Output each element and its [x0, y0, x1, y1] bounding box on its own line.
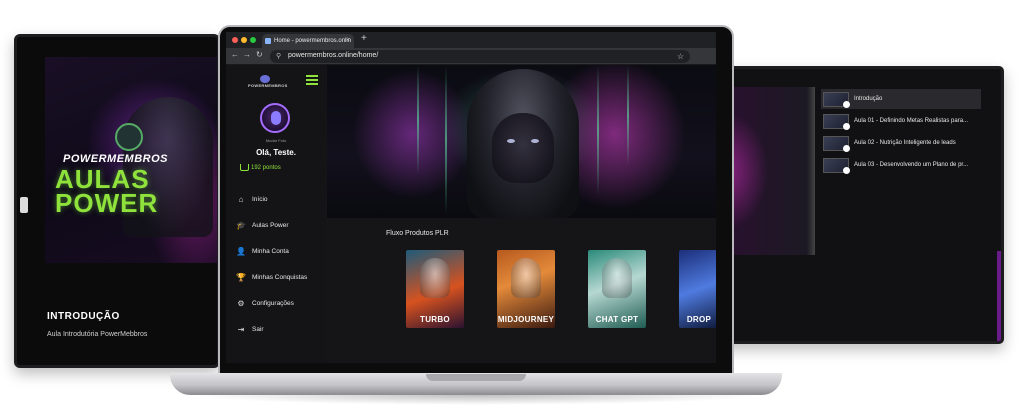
laptop-shadow	[190, 395, 762, 405]
new-tab-button[interactable]: +	[361, 33, 367, 44]
points-badge: 192 pontos	[240, 164, 281, 171]
user-greeting: Olá, Teste.	[256, 148, 296, 157]
sidebar-item-minha-conta[interactable]: 👤 Minha Conta	[236, 238, 324, 264]
code-rain-line	[417, 65, 419, 175]
gear-icon: ⚙	[237, 298, 245, 308]
sidebar-item-minhas-conquistas[interactable]: 🏆 Minhas Conquistas	[236, 264, 324, 290]
products-section-title: Fluxo Produtos PLR	[386, 230, 449, 237]
play-icon	[843, 166, 850, 174]
hooded-face	[492, 113, 554, 183]
product-card-chatgpt[interactable]: CHAT GPT	[588, 250, 646, 328]
minimize-window-button[interactable]	[241, 37, 247, 43]
site-logo[interactable]: POWERMEMBROS	[248, 75, 288, 89]
lesson-item-aula-01[interactable]: Aula 01 - Definindo Metas Realistas para…	[821, 111, 981, 131]
right-preview-screen: Introdução Aula 01 - Definindo Metas Rea…	[714, 66, 1004, 344]
sidebar: POWERMEMBROS Mudar Foto Olá, Teste. 192 …	[226, 65, 326, 363]
eye-right	[531, 139, 539, 143]
cart-icon	[240, 164, 249, 171]
collapse-handle[interactable]	[20, 197, 28, 213]
banner-title: AULAS POWER	[55, 164, 159, 218]
sidebar-item-inicio[interactable]: ⌂ Início	[236, 186, 324, 212]
lesson-item-introducao[interactable]: Introdução	[821, 89, 981, 109]
product-card-midjourney[interactable]: MIDJOURNEY	[497, 250, 555, 328]
forward-icon[interactable]: →	[243, 50, 251, 59]
code-rain-line	[627, 65, 629, 165]
trophy-icon: 🏆	[236, 272, 246, 282]
sidebar-item-label: Início	[252, 195, 268, 203]
product-art	[511, 258, 541, 298]
product-logo: TURBO	[420, 315, 450, 324]
bookmark-star-icon[interactable]: ☆	[677, 52, 684, 61]
lesson-label: Aula 02 - Nutrição Inteligente de leads	[854, 140, 956, 146]
sidebar-menu: ⌂ Início 🎓 Aulas Power 👤 Minha Conta 🏆 M…	[236, 186, 324, 342]
product-art	[602, 258, 632, 298]
lesson-thumbnail	[823, 91, 850, 108]
eye-left	[507, 139, 515, 143]
product-art	[420, 258, 450, 298]
close-tab-icon[interactable]: ×	[346, 34, 350, 48]
lesson-item-aula-03[interactable]: Aula 03 - Desenvolvendo um Plano de pr..…	[821, 155, 981, 175]
hamburger-menu-icon[interactable]	[306, 75, 318, 85]
lesson-label: Aula 01 - Definindo Metas Realistas para…	[854, 118, 969, 124]
tab-bar: Home - powermembros.onlin × +	[226, 32, 716, 48]
tab-home[interactable]: Home - powermembros.onlin ×	[262, 34, 354, 48]
hero-banner[interactable]	[327, 65, 716, 218]
laptop-notch	[426, 374, 526, 381]
sidebar-item-label: Aulas Power	[252, 221, 289, 229]
sidebar-item-label: Minhas Conquistas	[252, 273, 308, 281]
address-bar: ← → ↻ ⚲ powermembros.online/home/ ☆	[226, 48, 716, 65]
play-icon	[843, 144, 850, 152]
sidebar-item-configuracoes[interactable]: ⚙ Configurações	[236, 290, 324, 316]
lesson-list: Introdução Aula 01 - Definindo Metas Rea…	[821, 89, 981, 177]
back-icon[interactable]: ←	[231, 50, 239, 59]
points-text: 192 pontos	[251, 164, 281, 171]
lesson-label: Aula 03 - Desenvolvendo um Plano de pr..…	[854, 162, 969, 168]
sidebar-item-sair[interactable]: ⇥ Sair	[236, 316, 324, 342]
product-logo: DROP	[686, 315, 712, 324]
code-rain-line	[597, 65, 599, 195]
sidebar-item-label: Sair	[252, 325, 264, 333]
product-logo: MIDJOURNEY	[497, 315, 555, 324]
lesson-thumbnail	[823, 135, 850, 152]
lesson-thumbnail	[823, 113, 850, 130]
tab-title: Home - powermembros.onlin	[274, 38, 352, 44]
sidebar-item-aulas-power[interactable]: 🎓 Aulas Power	[236, 212, 324, 238]
product-card-turbo[interactable]: TURBO	[406, 250, 464, 328]
user-icon: 👤	[236, 246, 246, 256]
code-rain-line	[445, 65, 447, 215]
left-preview-screen: POWERMEMBROS AULAS POWER INTRODUÇÃO Aula…	[14, 34, 220, 368]
decorative-edge	[997, 251, 1001, 341]
logo-icon	[260, 75, 270, 83]
lesson-item-aula-02[interactable]: Aula 02 - Nutrição Inteligente de leads	[821, 133, 981, 153]
module-subtitle[interactable]: Aula Introdutória PowerMebbros	[47, 331, 147, 338]
close-window-button[interactable]	[232, 37, 238, 43]
graduation-cap-icon: 🎓	[236, 220, 246, 230]
product-logo: CHAT GPT	[595, 315, 639, 324]
lesson-label: Introdução	[854, 96, 883, 102]
product-card-drop[interactable]: DROP	[679, 250, 716, 328]
url-text: powermembros.online/home/	[288, 52, 379, 59]
favicon-icon	[265, 38, 271, 44]
maximize-window-button[interactable]	[250, 37, 256, 43]
course-banner[interactable]: POWERMEMBROS AULAS POWER	[45, 57, 217, 263]
logout-icon: ⇥	[237, 324, 245, 334]
reload-icon[interactable]: ↻	[256, 50, 263, 59]
home-icon: ⌂	[238, 194, 244, 204]
avatar[interactable]	[260, 103, 290, 133]
hacker-icon	[115, 123, 143, 151]
browser-window: Home - powermembros.onlin × + ← → ↻ ⚲ po…	[226, 32, 716, 363]
module-title: INTRODUÇÃO	[47, 311, 120, 322]
sidebar-item-label: Configurações	[252, 299, 294, 307]
logo-text: POWERMEMBROS	[248, 83, 288, 88]
lesson-thumbnail	[823, 157, 850, 174]
url-input[interactable]: ⚲ powermembros.online/home/ ☆	[270, 50, 690, 63]
play-icon	[843, 100, 850, 108]
change-photo-link[interactable]: Mudar Foto	[226, 138, 326, 143]
play-icon	[843, 122, 850, 130]
site-info-icon[interactable]: ⚲	[276, 52, 281, 60]
sidebar-item-label: Minha Conta	[252, 247, 289, 255]
